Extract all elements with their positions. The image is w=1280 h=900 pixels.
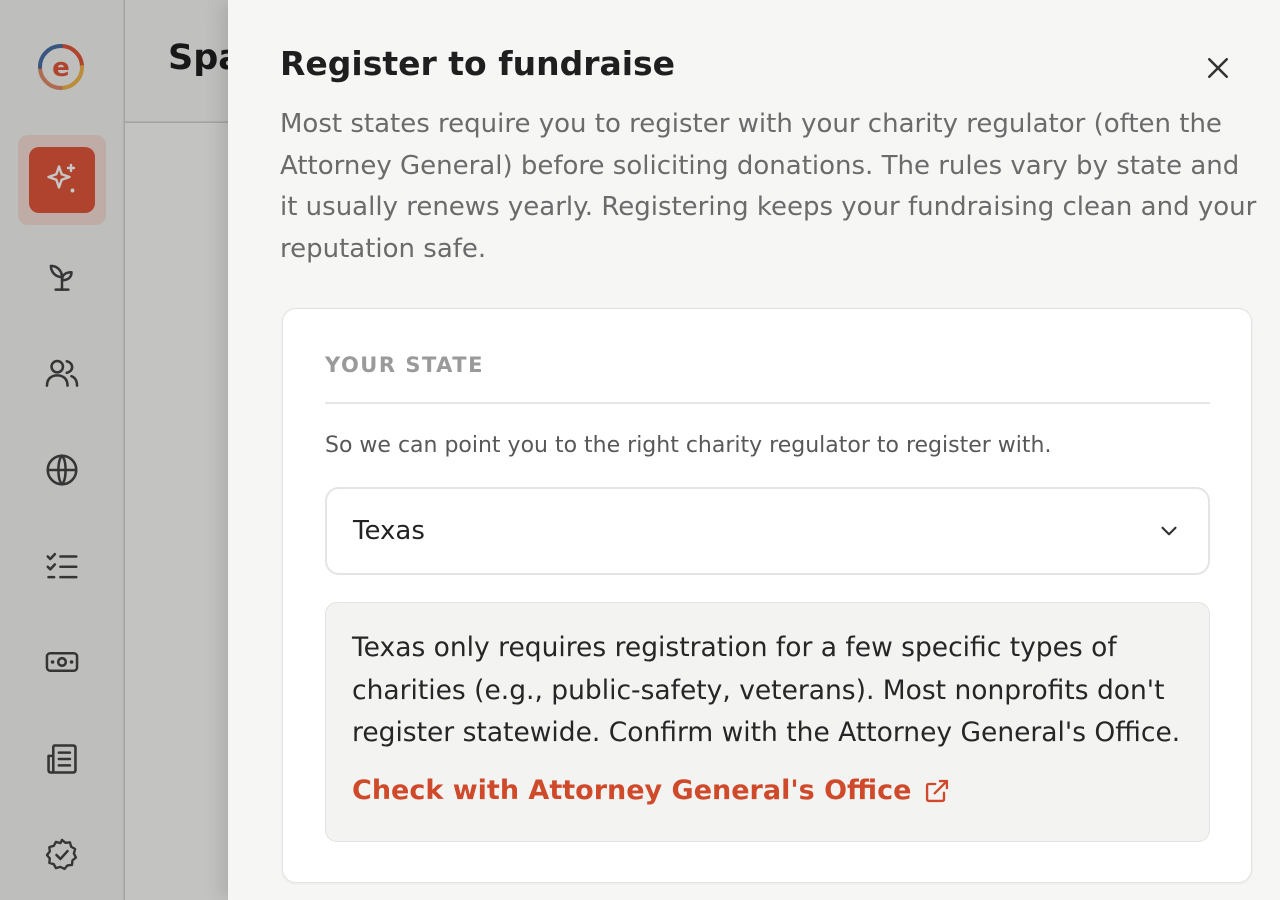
state-card: YOUR STATE So we can point you to the ri… (282, 308, 1252, 883)
section-help-text: So we can point you to the right charity… (325, 433, 1052, 458)
drawer-description: Most states require you to register with… (280, 109, 1257, 264)
external-link-icon (926, 779, 949, 802)
state-select-value: Texas (353, 516, 425, 546)
chevron-down-icon (1161, 526, 1177, 536)
divider (325, 402, 1210, 404)
attorney-general-link[interactable]: Check with Attorney General's Office (352, 775, 951, 806)
register-drawer: Register to fundraise Most states requir… (228, 0, 1280, 900)
state-select[interactable]: Texas (325, 487, 1210, 575)
state-info-text: Texas only requires registration for a f… (352, 632, 1181, 748)
state-info-box: Texas only requires registration for a f… (325, 602, 1210, 842)
close-button[interactable] (1200, 50, 1236, 86)
drawer-title: Register to fundraise (280, 44, 676, 83)
section-label: YOUR STATE (325, 353, 484, 377)
attorney-general-link-label: Check with Attorney General's Office (352, 775, 912, 806)
close-icon (1208, 58, 1228, 78)
